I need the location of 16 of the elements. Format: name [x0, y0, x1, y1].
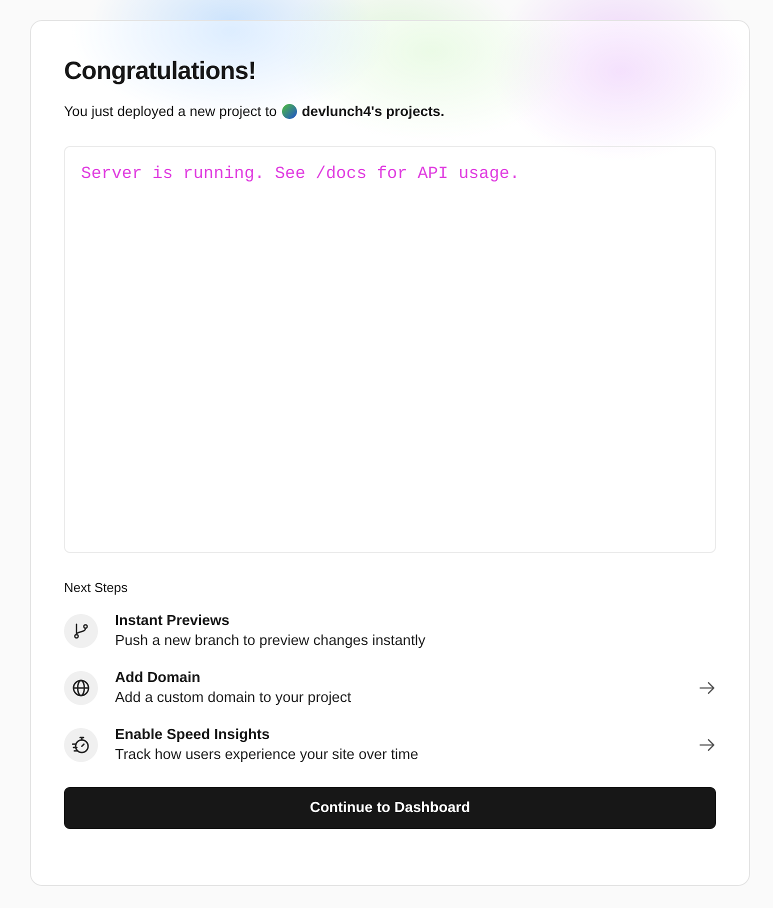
step-title: Add Domain — [115, 670, 202, 686]
deploy-message: You just deployed a new project to — [64, 103, 277, 119]
section-heading: Next Steps — [64, 580, 129, 595]
step-description: Add a custom domain to your project — [115, 690, 352, 706]
step-description: Track how users experience your site over time — [115, 747, 420, 763]
branch-icon — [64, 614, 98, 648]
step-title: Enable Speed Insights — [115, 727, 271, 743]
stopwatch-icon — [64, 728, 98, 762]
team-avatar-icon — [282, 104, 297, 118]
globe-icon — [64, 671, 98, 705]
team-link[interactable]: devlunch4's projects. — [302, 103, 444, 119]
page-title: Congratulations! — [64, 56, 257, 87]
step-title: Instant Previews — [115, 613, 230, 629]
continue-button[interactable]: Continue to Dashboard — [64, 787, 716, 829]
preview-text: Server is running. See /docs for API usage. — [81, 165, 521, 184]
step-description: Push a new branch to preview changes instantly — [115, 633, 426, 649]
